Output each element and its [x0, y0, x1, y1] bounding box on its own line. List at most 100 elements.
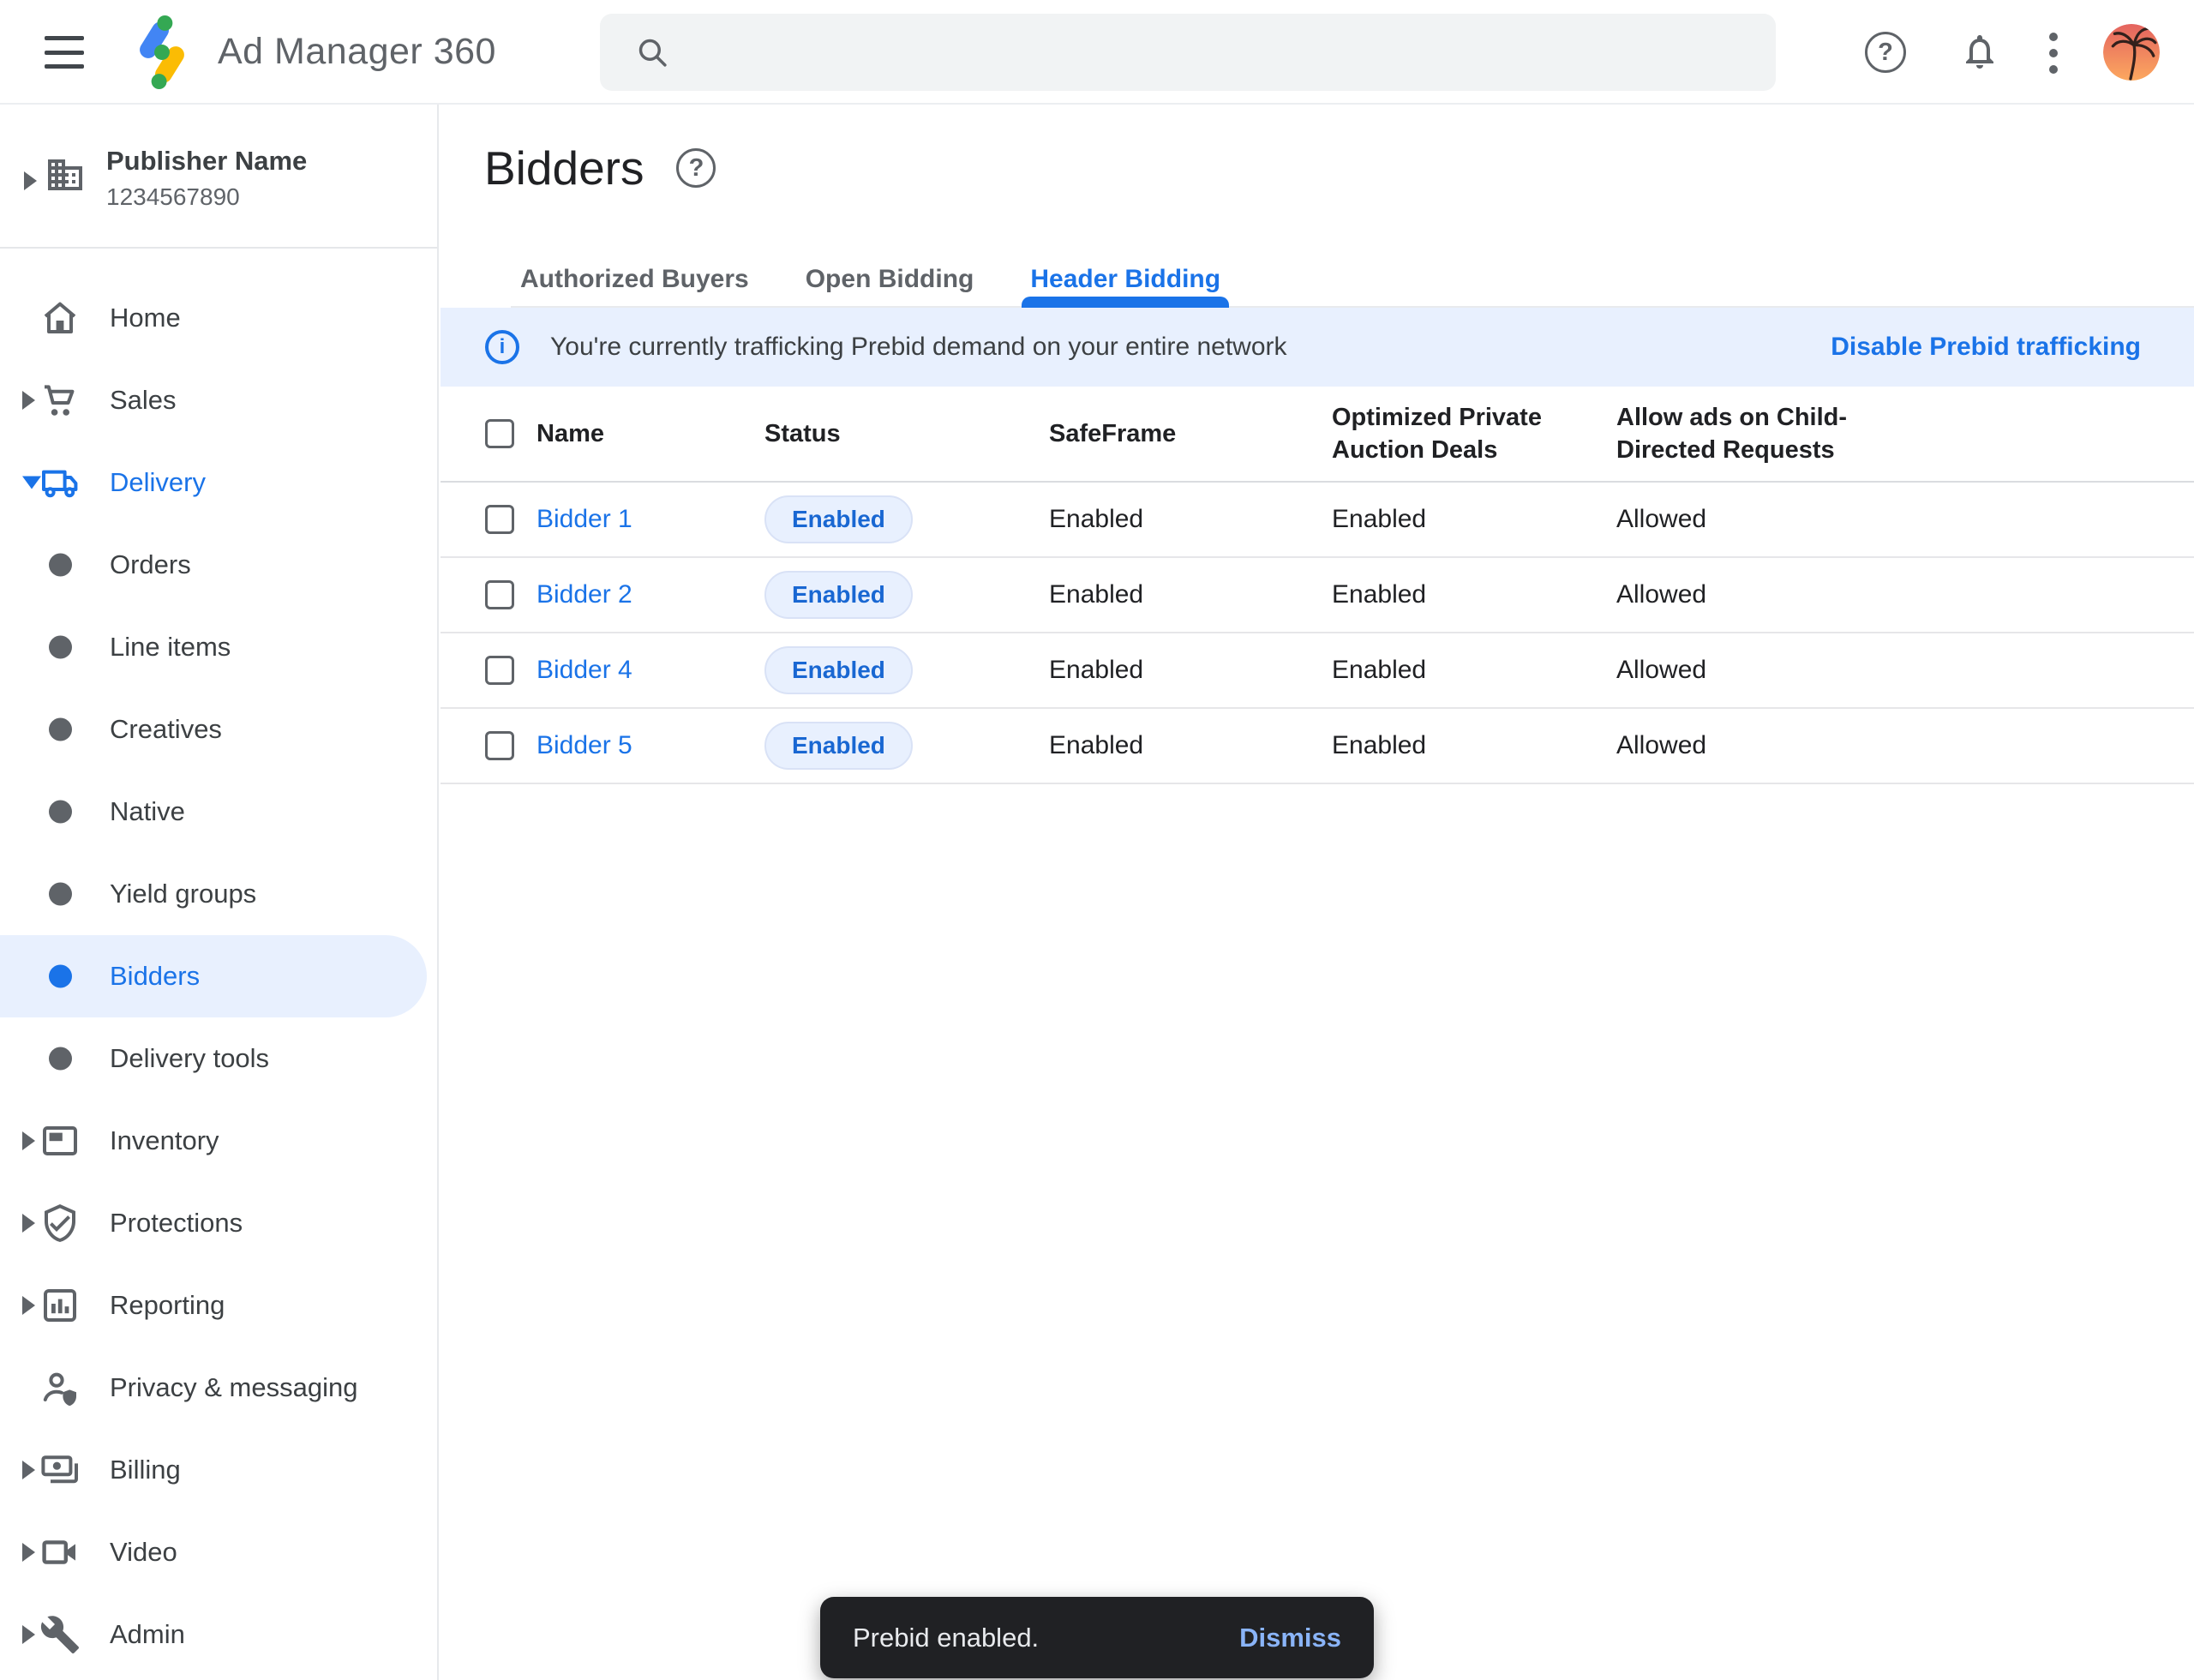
opad-value: Enabled [1332, 731, 1593, 760]
column-header-safeframe: SafeFrame [1049, 417, 1176, 450]
bullet-icon [49, 801, 72, 824]
more-options-icon[interactable] [2043, 33, 2064, 74]
table-row: Bidder 1 Enabled Enabled Enabled Allowed [441, 483, 2194, 558]
safeframe-value: Enabled [1049, 580, 1143, 609]
account-avatar[interactable] [2103, 24, 2160, 81]
ad-unit-icon [39, 1120, 81, 1161]
bidder-link[interactable]: Bidder 5 [537, 731, 632, 759]
help-icon[interactable]: ? [1865, 32, 1906, 73]
banner-message: You're currently trafficking Prebid dema… [550, 333, 1287, 362]
child-directed-value: Allowed [1616, 580, 1908, 609]
sidebar-item-line-items[interactable]: Line items [0, 606, 437, 688]
notifications-bell-icon[interactable] [1959, 31, 2000, 72]
bullet-icon [49, 1047, 72, 1071]
column-header-name: Name [537, 417, 604, 450]
bidder-link[interactable]: Bidder 1 [537, 505, 632, 533]
sidebar-item-native[interactable]: Native [0, 771, 437, 853]
row-checkbox[interactable] [485, 505, 514, 534]
bidder-link[interactable]: Bidder 2 [537, 580, 632, 609]
bullet-icon [49, 718, 72, 741]
row-checkbox[interactable] [485, 656, 514, 685]
publisher-id: 1234567890 [106, 183, 240, 211]
toast-message: Prebid enabled. [853, 1623, 1039, 1653]
building-icon [45, 154, 86, 195]
opad-value: Enabled [1332, 505, 1593, 534]
sidebar-item-creatives[interactable]: Creatives [0, 688, 437, 771]
dismiss-button[interactable]: Dismiss [1239, 1623, 1341, 1653]
sidebar-item-admin[interactable]: Admin [0, 1593, 437, 1676]
expand-arrow-icon[interactable] [24, 171, 37, 190]
search-bar[interactable] [600, 14, 1776, 91]
expand-arrow-icon[interactable] [22, 1543, 35, 1562]
expand-arrow-icon[interactable] [22, 1131, 35, 1150]
table-row: Bidder 2 Enabled Enabled Enabled Allowed [441, 558, 2194, 633]
main-content: Bidders ? Authorized Buyers Open Bidding… [441, 105, 2194, 1680]
ad-manager-logo-icon [125, 15, 199, 89]
shield-check-icon [39, 1203, 81, 1244]
sidebar-item-video[interactable]: Video [0, 1511, 437, 1593]
expand-arrow-icon[interactable] [22, 1296, 35, 1315]
tab-authorized-buyers[interactable]: Authorized Buyers [520, 252, 749, 306]
expand-arrow-icon[interactable] [22, 391, 35, 410]
home-icon [39, 297, 81, 339]
column-header-status: Status [764, 417, 841, 450]
info-icon: i [485, 330, 519, 364]
disable-prebid-trafficking-link[interactable]: Disable Prebid trafficking [1831, 333, 2141, 362]
sidebar-item-bidders[interactable]: Bidders [0, 935, 427, 1017]
expand-arrow-icon[interactable] [22, 1214, 35, 1233]
table-row: Bidder 5 Enabled Enabled Enabled Allowed [441, 709, 2194, 784]
page-help-icon[interactable]: ? [676, 148, 716, 188]
expand-arrow-icon[interactable] [22, 1461, 35, 1479]
sidebar-item-home[interactable]: Home [0, 277, 437, 359]
sidebar-nav: Publisher Name 1234567890 Home Sales [0, 105, 439, 1680]
hamburger-menu-icon[interactable] [45, 36, 84, 69]
search-input[interactable] [692, 37, 1750, 68]
banknote-icon [39, 1449, 81, 1491]
bullet-icon [49, 636, 72, 659]
bidders-table: Name Status SafeFrame Optimized Private … [441, 387, 2194, 784]
safeframe-value: Enabled [1049, 731, 1143, 760]
sidebar-item-billing[interactable]: Billing [0, 1429, 437, 1511]
sidebar-item-orders[interactable]: Orders [0, 524, 437, 606]
bidder-link[interactable]: Bidder 4 [537, 656, 632, 684]
status-badge: Enabled [764, 722, 913, 770]
sidebar-item-privacy-messaging[interactable]: Privacy & messaging [0, 1347, 437, 1429]
info-banner: i You're currently trafficking Prebid de… [441, 308, 2194, 387]
tab-header-bidding[interactable]: Header Bidding [1030, 252, 1220, 306]
status-badge: Enabled [764, 646, 913, 694]
column-header-optimized-private-auction-deals: Optimized Private Auction Deals [1332, 401, 1593, 466]
tab-bar: Authorized Buyers Open Bidding Header Bi… [511, 252, 2194, 308]
sidebar-item-inventory[interactable]: Inventory [0, 1100, 437, 1182]
expand-arrow-icon[interactable] [22, 1625, 35, 1644]
row-checkbox[interactable] [485, 731, 514, 760]
page-title: Bidders [484, 141, 644, 195]
status-badge: Enabled [764, 495, 913, 543]
bullet-icon [49, 965, 72, 988]
bullet-icon [49, 554, 72, 577]
sidebar-item-protections[interactable]: Protections [0, 1182, 437, 1264]
child-directed-value: Allowed [1616, 656, 1908, 685]
sidebar-item-reporting[interactable]: Reporting [0, 1264, 437, 1347]
truck-icon [39, 462, 81, 503]
publisher-name: Publisher Name [106, 146, 307, 177]
safeframe-value: Enabled [1049, 505, 1143, 534]
sidebar-item-delivery[interactable]: Delivery [0, 441, 437, 524]
column-header-allow-child-directed: Allow ads on Child-Directed Requests [1616, 401, 1908, 466]
child-directed-value: Allowed [1616, 731, 1908, 760]
publisher-network-selector[interactable]: Publisher Name 1234567890 [0, 105, 437, 249]
wrench-icon [39, 1614, 81, 1655]
row-checkbox[interactable] [485, 580, 514, 609]
sidebar-item-sales[interactable]: Sales [0, 359, 437, 441]
cart-icon [39, 380, 81, 421]
tab-open-bidding[interactable]: Open Bidding [806, 252, 974, 306]
opad-value: Enabled [1332, 656, 1593, 685]
opad-value: Enabled [1332, 580, 1593, 609]
video-camera-icon [39, 1532, 81, 1573]
collapse-arrow-icon[interactable] [22, 477, 41, 489]
app-title: Ad Manager 360 [218, 31, 496, 73]
sidebar-item-yield-groups[interactable]: Yield groups [0, 853, 437, 935]
table-row: Bidder 4 Enabled Enabled Enabled Allowed [441, 633, 2194, 709]
person-shield-icon [39, 1367, 81, 1408]
select-all-checkbox[interactable] [485, 419, 514, 448]
sidebar-item-delivery-tools[interactable]: Delivery tools [0, 1017, 437, 1100]
